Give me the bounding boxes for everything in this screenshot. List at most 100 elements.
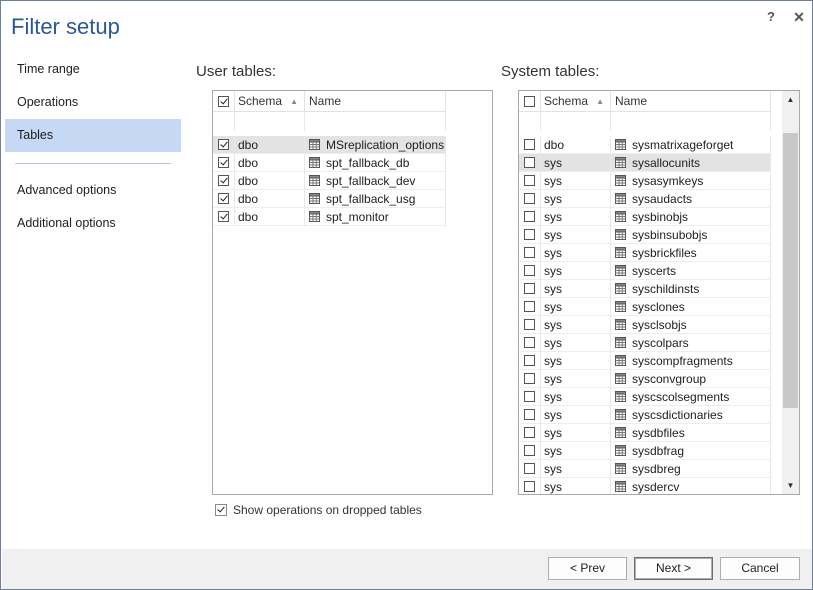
row-checkbox-cell[interactable] — [519, 190, 541, 208]
nav-item-advanced-options[interactable]: Advanced options — [5, 174, 181, 207]
row-checkbox-cell[interactable] — [213, 154, 235, 172]
next-button[interactable]: Next > — [634, 557, 713, 580]
row-checkbox-cell[interactable] — [519, 424, 541, 442]
row-checkbox[interactable] — [524, 481, 535, 492]
row-checkbox[interactable] — [218, 139, 229, 150]
row-checkbox[interactable] — [524, 283, 535, 294]
row-checkbox-cell[interactable] — [519, 298, 541, 316]
row-checkbox[interactable] — [524, 373, 535, 384]
system-name-column-header[interactable]: Name — [611, 91, 771, 111]
row-checkbox-cell[interactable] — [519, 244, 541, 262]
nav-item-tables[interactable]: Tables — [5, 119, 181, 152]
table-row[interactable]: dbo spt_fallback_db — [213, 154, 446, 172]
show-dropped-tables-option[interactable]: Show operations on dropped tables — [215, 503, 422, 517]
close-button[interactable]: ✕ — [788, 7, 810, 27]
row-checkbox[interactable] — [524, 265, 535, 276]
row-checkbox-cell[interactable] — [519, 460, 541, 478]
row-checkbox[interactable] — [524, 463, 535, 474]
row-checkbox[interactable] — [524, 193, 535, 204]
table-row[interactable]: dbo MSreplication_options — [213, 136, 446, 154]
table-row[interactable]: sys sysallocunits — [519, 154, 771, 172]
table-row[interactable]: dbo sysmatrixageforget — [519, 136, 771, 154]
row-checkbox[interactable] — [524, 445, 535, 456]
row-checkbox[interactable] — [218, 175, 229, 186]
nav-item-time-range[interactable]: Time range — [5, 53, 181, 86]
row-checkbox[interactable] — [524, 427, 535, 438]
system-schema-column-header[interactable]: Schema ▲ — [541, 91, 611, 111]
row-checkbox[interactable] — [524, 319, 535, 330]
table-row[interactable]: sys syscsdictionaries — [519, 406, 771, 424]
table-row[interactable]: sys syscscolsegments — [519, 388, 771, 406]
row-checkbox[interactable] — [524, 391, 535, 402]
table-row[interactable]: sys sysdbfrag — [519, 442, 771, 460]
row-checkbox[interactable] — [524, 247, 535, 258]
table-row[interactable]: sys sysaudacts — [519, 190, 771, 208]
row-checkbox-cell[interactable] — [519, 388, 541, 406]
table-row[interactable]: sys syscerts — [519, 262, 771, 280]
row-checkbox-cell[interactable] — [519, 478, 541, 494]
row-checkbox-cell[interactable] — [519, 262, 541, 280]
system-tables-scrollbar[interactable]: ▲ ▼ — [782, 91, 799, 494]
row-checkbox-cell[interactable] — [519, 136, 541, 154]
row-checkbox-cell[interactable] — [519, 154, 541, 172]
table-row[interactable]: sys sysbinobjs — [519, 208, 771, 226]
system-select-all-checkbox[interactable] — [519, 91, 541, 111]
row-checkbox[interactable] — [524, 409, 535, 420]
table-row[interactable]: sys syscompfragments — [519, 352, 771, 370]
table-row[interactable]: sys sysasymkeys — [519, 172, 771, 190]
row-checkbox-cell[interactable] — [519, 442, 541, 460]
nav-item-operations[interactable]: Operations — [5, 86, 181, 119]
cancel-button[interactable]: Cancel — [720, 557, 800, 580]
scroll-down-arrow-icon[interactable]: ▼ — [782, 477, 799, 494]
table-row[interactable]: sys syschildinsts — [519, 280, 771, 298]
row-checkbox-cell[interactable] — [213, 136, 235, 154]
row-checkbox[interactable] — [524, 157, 535, 168]
row-checkbox[interactable] — [524, 211, 535, 222]
scroll-up-arrow-icon[interactable]: ▲ — [782, 91, 799, 108]
row-checkbox-cell[interactable] — [213, 172, 235, 190]
table-row[interactable]: sys sysclones — [519, 298, 771, 316]
row-checkbox-cell[interactable] — [519, 226, 541, 244]
table-row[interactable]: sys sysdercv — [519, 478, 771, 494]
system-filter-row[interactable] — [519, 112, 771, 131]
user-schema-column-header[interactable]: Schema ▲ — [235, 91, 305, 111]
table-row[interactable]: sys sysbinsubobjs — [519, 226, 771, 244]
row-checkbox-cell[interactable] — [519, 334, 541, 352]
help-button[interactable]: ? — [760, 7, 782, 27]
row-checkbox-cell[interactable] — [519, 370, 541, 388]
row-checkbox-cell[interactable] — [519, 172, 541, 190]
prev-button[interactable]: < Prev — [548, 557, 627, 580]
row-checkbox-cell[interactable] — [519, 208, 541, 226]
show-dropped-checkbox[interactable] — [215, 504, 227, 516]
row-checkbox-cell[interactable] — [519, 406, 541, 424]
table-row[interactable]: dbo spt_monitor — [213, 208, 446, 226]
row-checkbox[interactable] — [524, 175, 535, 186]
table-row[interactable]: dbo spt_fallback_dev — [213, 172, 446, 190]
row-checkbox[interactable] — [524, 229, 535, 240]
nav-item-additional-options[interactable]: Additional options — [5, 207, 181, 240]
table-row[interactable]: sys sysclsobjs — [519, 316, 771, 334]
row-checkbox[interactable] — [218, 157, 229, 168]
row-checkbox[interactable] — [524, 139, 535, 150]
row-checkbox-cell[interactable] — [213, 208, 235, 226]
user-name-column-header[interactable]: Name — [305, 91, 446, 111]
row-checkbox[interactable] — [524, 301, 535, 312]
row-checkbox[interactable] — [524, 355, 535, 366]
table-row[interactable]: sys sysdbreg — [519, 460, 771, 478]
user-select-all-checkbox[interactable] — [213, 91, 235, 111]
scrollbar-thumb[interactable] — [783, 133, 798, 409]
schema-cell: sys — [541, 424, 611, 442]
table-row[interactable]: sys syscolpars — [519, 334, 771, 352]
table-row[interactable]: sys sysdbfiles — [519, 424, 771, 442]
user-filter-row[interactable] — [213, 112, 446, 131]
row-checkbox-cell[interactable] — [519, 352, 541, 370]
table-row[interactable]: dbo spt_fallback_usg — [213, 190, 446, 208]
row-checkbox[interactable] — [218, 211, 229, 222]
table-row[interactable]: sys sysconvgroup — [519, 370, 771, 388]
table-row[interactable]: sys sysbrickfiles — [519, 244, 771, 262]
row-checkbox-cell[interactable] — [519, 316, 541, 334]
row-checkbox[interactable] — [218, 193, 229, 204]
row-checkbox[interactable] — [524, 337, 535, 348]
row-checkbox-cell[interactable] — [519, 280, 541, 298]
row-checkbox-cell[interactable] — [213, 190, 235, 208]
